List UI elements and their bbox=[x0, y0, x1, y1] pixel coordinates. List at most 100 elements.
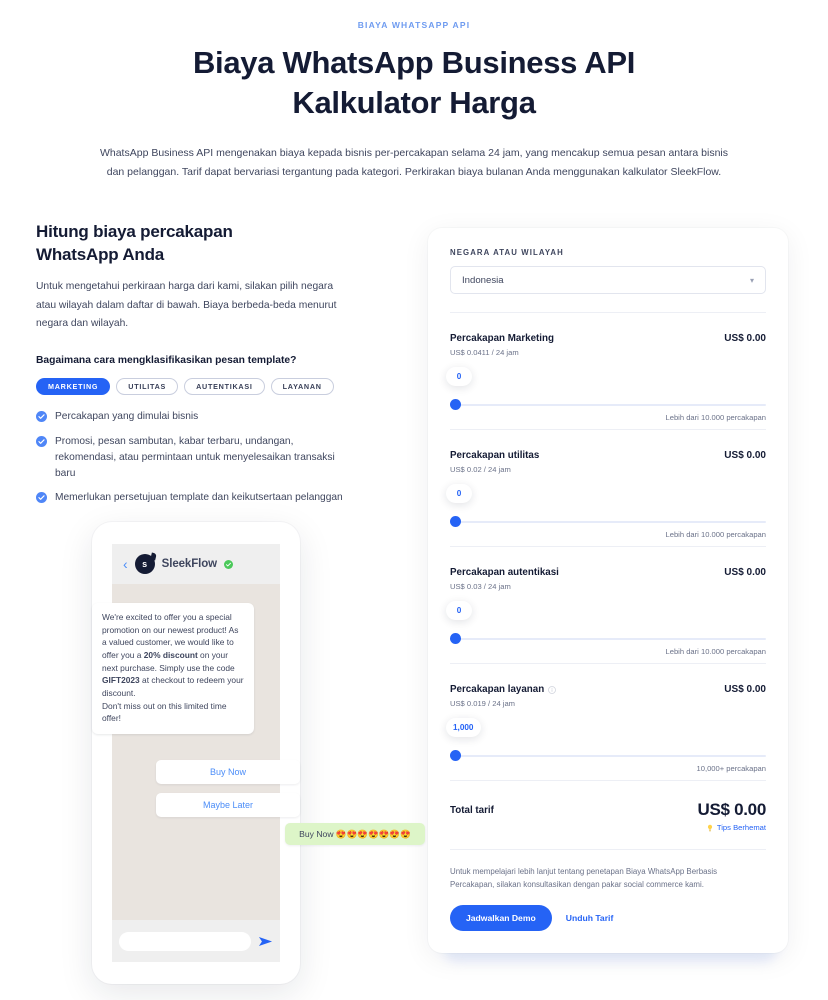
tab-layanan[interactable]: LAYANAN bbox=[270, 378, 334, 396]
slider-max-label: Lebih dari 10.000 percakapan bbox=[665, 647, 766, 656]
rate-price: US$ 0.00 bbox=[724, 567, 766, 578]
back-chevron-icon[interactable]: ‹ bbox=[123, 557, 128, 571]
phone-mockup: ‹ s SleekFlow We're excited to offer you… bbox=[36, 522, 425, 992]
chat-bubble-bold-code: GIFT2023 bbox=[102, 675, 140, 686]
list-item: Percakapan yang dimulai bisnis bbox=[36, 409, 356, 425]
page-title: Biaya WhatsApp Business API Kalkulator H… bbox=[0, 43, 828, 122]
country-field-label: NEGARA ATAU WILAYAH bbox=[450, 248, 564, 257]
rate-row-marketing: Percakapan Marketing US$ 0.00 US$ 0.0411… bbox=[446, 312, 766, 429]
country-select[interactable]: Indonesia ▾ bbox=[450, 266, 766, 294]
rate-header: Percakapan Marketing US$ 0.00 bbox=[450, 333, 766, 344]
section-heading: Hitung biaya percakapan WhatsApp Anda bbox=[36, 220, 400, 266]
check-circle-icon bbox=[36, 411, 47, 423]
rate-unit: US$ 0.019 / 24 jam bbox=[450, 699, 516, 708]
slider-track[interactable] bbox=[450, 755, 766, 757]
chat-contact-name: SleekFlow bbox=[161, 558, 218, 571]
rate-row-utilitas: Percakapan utilitas US$ 0.00 US$ 0.02 / … bbox=[446, 429, 766, 546]
slider-thumb[interactable] bbox=[450, 750, 461, 761]
tab-marketing[interactable]: MARKETING bbox=[36, 378, 111, 396]
classification-question: Bagaimana cara mengklasifikasikan pesan … bbox=[36, 355, 297, 367]
avatar-letter: s bbox=[142, 559, 148, 570]
calculator-card-wrap: NEGARA ATAU WILAYAH Indonesia ▾ Percakap… bbox=[428, 228, 792, 962]
list-item-label: Memerlukan persetujuan template dan keik… bbox=[55, 492, 343, 504]
rate-name: Percakapan autentikasi bbox=[450, 567, 559, 578]
list-item-label: Percakapan yang dimulai bisnis bbox=[55, 411, 199, 423]
rate-header: Percakapan layanan US$ 0.00 bbox=[450, 684, 766, 695]
slider-value-badge: 0 bbox=[446, 484, 472, 503]
total-label: Total tarif bbox=[450, 805, 494, 816]
rate-name: Percakapan utilitas bbox=[450, 450, 540, 461]
chat-bubble-outgoing: Buy Now 😍😍😍😍😍😍😍 bbox=[285, 823, 425, 846]
list-item: Memerlukan persetujuan template dan keik… bbox=[36, 490, 356, 506]
rate-name-text: Percakapan layanan bbox=[450, 684, 545, 695]
slider-thumb[interactable] bbox=[450, 399, 461, 410]
category-tabs: MARKETING UTILITAS AUTENTIKASI LAYANAN bbox=[36, 378, 400, 396]
page-title-line-1: Biaya WhatsApp Business API bbox=[192, 45, 636, 80]
country-select-value: Indonesia bbox=[462, 274, 504, 286]
schedule-demo-button[interactable]: Jadwalkan Demo bbox=[450, 904, 552, 931]
chevron-down-icon: ▾ bbox=[749, 275, 754, 285]
lightbulb-icon bbox=[707, 824, 712, 831]
rate-unit: US$ 0.03 / 24 jam bbox=[450, 582, 511, 591]
slider-value-badge: 1,000 bbox=[446, 718, 481, 737]
send-icon[interactable] bbox=[258, 934, 273, 949]
tab-autentikasi[interactable]: AUTENTIKASI bbox=[184, 378, 265, 396]
card-footer-actions: Jadwalkan Demo Unduh Tarif bbox=[450, 904, 766, 931]
slider-thumb[interactable] bbox=[450, 516, 461, 527]
rate-slider[interactable]: 0 Lebih dari 10.000 percakapan bbox=[446, 480, 766, 542]
calculator-card: NEGARA ATAU WILAYAH Indonesia ▾ Percakap… bbox=[428, 228, 788, 953]
card-footer: Untuk mempelajari lebih lanjut tentang p… bbox=[450, 849, 766, 953]
avatar: s bbox=[134, 554, 155, 575]
check-circle-icon bbox=[36, 436, 47, 448]
section-heading-line-2: WhatsApp Anda bbox=[36, 245, 165, 265]
slider-track[interactable] bbox=[450, 521, 766, 523]
slider-thumb[interactable] bbox=[450, 633, 461, 644]
slider-value-badge: 0 bbox=[446, 367, 472, 386]
rate-slider[interactable]: 0 Lebih dari 10.000 percakapan bbox=[446, 363, 766, 425]
rate-slider[interactable]: 0 Lebih dari 10.000 percakapan bbox=[446, 597, 766, 659]
chat-header: ‹ s SleekFlow bbox=[112, 544, 280, 585]
slider-max-label: Lebih dari 10.000 percakapan bbox=[665, 413, 766, 422]
chat-bubble-incoming: We're excited to offer you a special pro… bbox=[92, 603, 254, 734]
slider-track[interactable] bbox=[450, 404, 766, 406]
chat-reply-buy-now[interactable]: Buy Now bbox=[156, 760, 300, 785]
total-row: Total tarif US$ 0.00 Tips Berhemat bbox=[450, 780, 766, 849]
page-root: BIAYA WHATSAPP API Biaya WhatsApp Busine… bbox=[0, 0, 828, 1000]
rate-unit: US$ 0.0411 / 24 jam bbox=[450, 348, 519, 357]
slider-max-label: Lebih dari 10.000 percakapan bbox=[665, 530, 766, 539]
slider-track[interactable] bbox=[450, 638, 766, 640]
saving-tips-label: Tips Berhemat bbox=[716, 823, 766, 832]
content-columns: Hitung biaya percakapan WhatsApp Anda Un… bbox=[0, 206, 828, 992]
hero-subtitle: WhatsApp Business API mengenakan biaya k… bbox=[99, 147, 729, 178]
rate-slider[interactable]: 1,000 10,000+ percakapan bbox=[446, 714, 766, 776]
tab-utilitas[interactable]: UTILITAS bbox=[116, 378, 179, 396]
slider-max-label: 10,000+ percakapan bbox=[696, 764, 766, 773]
rate-price: US$ 0.00 bbox=[724, 333, 766, 344]
hero-eyebrow: BIAYA WHATSAPP API bbox=[357, 20, 471, 30]
list-item: Promosi, pesan sambutan, kabar terbaru, … bbox=[36, 434, 356, 481]
total-right: US$ 0.00 Tips Berhemat bbox=[698, 800, 767, 832]
bullet-list: Percakapan yang dimulai bisnis Promosi, … bbox=[36, 409, 356, 506]
saving-tips-link[interactable]: Tips Berhemat bbox=[698, 823, 766, 832]
hero-section: BIAYA WHATSAPP API Biaya WhatsApp Busine… bbox=[0, 0, 828, 181]
download-rates-link[interactable]: Unduh Tarif bbox=[566, 913, 614, 923]
slider-value-badge: 0 bbox=[446, 601, 472, 620]
list-item-label: Promosi, pesan sambutan, kabar terbaru, … bbox=[55, 436, 335, 479]
rate-row-autentikasi: Percakapan autentikasi US$ 0.00 US$ 0.03… bbox=[446, 546, 766, 663]
left-column: Hitung biaya percakapan WhatsApp Anda Un… bbox=[0, 206, 425, 992]
chat-reply-maybe-later[interactable]: Maybe Later bbox=[156, 793, 300, 818]
chat-bubble-bold-discount: 20% discount bbox=[143, 650, 198, 661]
verified-badge-icon bbox=[224, 559, 234, 569]
phone-frame: ‹ s SleekFlow We're excited to offer you… bbox=[92, 522, 425, 985]
rate-name: Percakapan Marketing bbox=[450, 333, 555, 344]
chat-message-input[interactable] bbox=[119, 931, 251, 951]
rate-header: Percakapan utilitas US$ 0.00 bbox=[450, 450, 766, 461]
rate-unit: US$ 0.02 / 24 jam bbox=[450, 465, 511, 474]
card-footer-text: Untuk mempelajari lebih lanjut tentang p… bbox=[450, 867, 718, 889]
section-heading-line-1: Hitung biaya percakapan bbox=[36, 222, 233, 241]
right-column: NEGARA ATAU WILAYAH Indonesia ▾ Percakap… bbox=[400, 206, 792, 962]
check-circle-icon bbox=[36, 492, 47, 504]
info-icon[interactable] bbox=[548, 685, 557, 694]
page-title-line-2: Kalkulator Harga bbox=[292, 84, 536, 120]
chat-input-bar bbox=[112, 920, 280, 963]
